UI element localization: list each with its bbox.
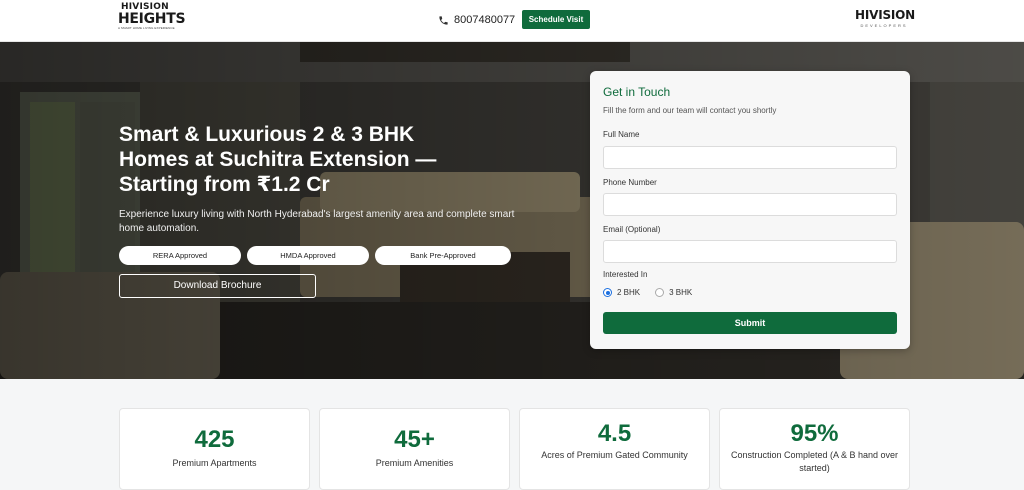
full-name-input[interactable]	[603, 146, 897, 169]
logo-right-line2: DEVELOPERS	[860, 23, 908, 28]
schedule-visit-button[interactable]: Schedule Visit	[522, 10, 590, 29]
stat-label: Premium Amenities	[375, 458, 454, 468]
hivision-heights-logo[interactable]: HIVISION HEIGHTS A SMART HOME LIVING EXP…	[118, 3, 186, 40]
logo-left-tagline: A SMART HOME LIVING EXPERIENCE	[118, 26, 175, 30]
form-subtitle: Fill the form and our team will contact …	[603, 106, 777, 115]
radio-3bhk-label[interactable]: 3 BHK	[669, 288, 692, 297]
hero-subtitle: Experience luxury living with North Hyde…	[119, 209, 515, 234]
badge-hmda: HMDA Approved	[247, 246, 369, 265]
logo-left-line2: HEIGHTS	[118, 11, 186, 27]
badge-bank: Bank Pre-Approved	[375, 246, 511, 265]
site-header: HIVISION HEIGHTS A SMART HOME LIVING EXP…	[0, 0, 1024, 42]
radio-2bhk-label[interactable]: 2 BHK	[617, 288, 640, 297]
stat-value: 95%	[790, 420, 839, 447]
approval-badges: RERA Approved HMDA Approved Bank Pre-App…	[119, 246, 517, 265]
interest-radio-group: 2 BHK 3 BHK	[603, 288, 707, 297]
stat-card-amenities: 45+ Premium Amenities	[319, 408, 510, 490]
hivision-developers-logo[interactable]: HIVISION DEVELOPERS	[855, 7, 916, 35]
stat-label: Acres of Premium Gated Community	[541, 450, 688, 460]
stat-value: 4.5	[597, 420, 632, 447]
phone-label: Phone Number	[603, 178, 657, 187]
phone-input[interactable]	[603, 193, 897, 216]
stat-card-apartments: 425 Premium Apartments	[119, 408, 310, 490]
download-brochure-button[interactable]: Download Brochure	[119, 274, 316, 298]
email-input[interactable]	[603, 240, 897, 263]
contact-form: Get in Touch Fill the form and our team …	[590, 71, 910, 349]
form-title: Get in Touch	[603, 85, 671, 99]
hero-section: Smart & Luxurious 2 & 3 BHK Homes at Suc…	[0, 42, 1024, 379]
stat-label: Premium Apartments	[172, 458, 257, 468]
email-label: Email (Optional)	[603, 225, 661, 234]
stat-card-construction: 95% Construction Completed (A & B hand o…	[719, 408, 910, 490]
phone-icon	[439, 15, 448, 25]
badge-rera: RERA Approved	[119, 246, 241, 265]
stat-card-acres: 4.5 Acres of Premium Gated Community	[519, 408, 710, 490]
interest-label: Interested In	[603, 270, 648, 279]
full-name-label: Full Name	[603, 130, 640, 139]
radio-2bhk[interactable]	[603, 288, 612, 297]
phone-number: 8007480077	[454, 14, 516, 26]
stat-value: 425	[194, 426, 235, 453]
stat-value: 45+	[394, 426, 435, 453]
phone-link[interactable]: 8007480077	[438, 12, 515, 28]
hero-title: Smart & Luxurious 2 & 3 BHK Homes at Suc…	[119, 123, 437, 196]
submit-button[interactable]: Submit	[603, 312, 897, 334]
logo-right-line1: HIVISION	[855, 8, 916, 22]
stat-label: Construction Completed (A & B hand over …	[730, 450, 899, 473]
radio-3bhk[interactable]	[655, 288, 665, 297]
